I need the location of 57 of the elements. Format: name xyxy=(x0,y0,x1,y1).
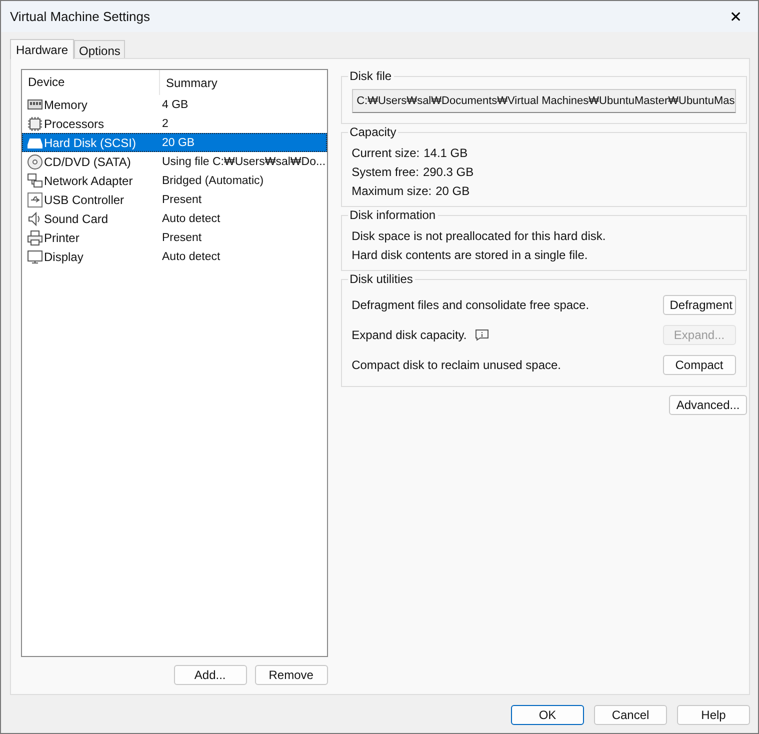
device-summary: 2 xyxy=(161,118,168,130)
capacity-label: System free: xyxy=(352,164,419,178)
device-summary: 4 GB xyxy=(161,98,188,110)
device-name: Sound Card xyxy=(44,212,108,226)
device-row[interactable]: Display Auto detect xyxy=(22,247,327,266)
disk-path-field[interactable]: C:₩Users₩sal₩Documents₩Virtual Machines₩UbuntuMaster₩UbuntuMas xyxy=(352,89,736,113)
device-row[interactable]: Network Adapter Bridged (Automatic) xyxy=(22,171,327,190)
capacity-value: 290.3 GB xyxy=(422,164,474,178)
list-button[interactable]: Remove xyxy=(254,665,328,685)
device-name: Processors xyxy=(44,116,104,130)
utility-button[interactable]: Defragment xyxy=(662,295,736,315)
list-button[interactable]: Add... xyxy=(174,665,247,685)
device-summary: Present xyxy=(161,232,202,244)
utility-text: Expand disk capacity. xyxy=(352,328,467,342)
info-text: Disk space is not preallocated for this hard disk. xyxy=(352,228,606,242)
device-name: CD/DVD (SATA) xyxy=(44,154,131,168)
device-summary: Present xyxy=(161,194,202,206)
tab[interactable]: Options xyxy=(74,40,126,58)
dialog-button[interactable]: Cancel xyxy=(594,705,667,725)
device-row[interactable]: Printer Present xyxy=(22,228,327,247)
capacity-label: Current size: xyxy=(352,146,420,160)
capacity-value: 20 GB xyxy=(436,184,470,198)
group-title: Capacity xyxy=(348,125,398,139)
device-name: Network Adapter xyxy=(44,174,133,188)
group-title: Disk file xyxy=(348,69,394,83)
device-name: Memory xyxy=(44,98,88,112)
device-name: Display xyxy=(44,250,84,264)
device-row[interactable]: Memory 4 GB xyxy=(22,95,327,114)
device-summary: Using file C:₩Users₩sal₩Do... xyxy=(161,156,326,168)
dialog-button[interactable]: OK xyxy=(511,705,584,725)
device-summary: Auto detect xyxy=(161,250,220,262)
device-row[interactable]: Sound Card Auto detect xyxy=(22,209,327,228)
device-name: USB Controller xyxy=(44,192,124,206)
utility-button[interactable]: Compact xyxy=(662,355,736,375)
utility-text: Defragment files and consolidate free space. xyxy=(352,298,590,312)
device-summary: 20 GB xyxy=(161,136,195,148)
device-summary: Bridged (Automatic) xyxy=(161,174,264,186)
capacity-value: 14.1 GB xyxy=(424,146,468,160)
column-header[interactable]: Device xyxy=(22,70,160,95)
device-row[interactable]: CD/DVD (SATA) Using file C:₩Users₩sal₩Do... xyxy=(22,152,327,171)
tab[interactable]: Hardware xyxy=(10,39,74,59)
device-row[interactable]: USB Controller Present xyxy=(22,190,327,209)
device-summary: Auto detect xyxy=(161,212,220,224)
close-button[interactable]: ✕ xyxy=(714,1,758,32)
device-row[interactable]: Hard Disk (SCSI) 20 GB xyxy=(22,133,327,152)
info-text: Hard disk contents are stored in a single file. xyxy=(352,248,588,262)
device-row[interactable]: Processors 2 xyxy=(22,114,327,133)
device-name: Hard Disk (SCSI) xyxy=(44,136,136,150)
advanced-button[interactable]: Advanced... xyxy=(669,395,747,415)
column-header[interactable]: Summary xyxy=(160,76,218,90)
capacity-label: Maximum size: xyxy=(352,184,432,198)
utility-text: Compact disk to reclaim unused space. xyxy=(352,358,562,372)
group-title: Disk utilities xyxy=(348,272,415,286)
device-name: Printer xyxy=(44,230,80,244)
window-title: Virtual Machine Settings xyxy=(10,9,150,24)
dialog-button[interactable]: Help xyxy=(677,705,750,725)
group-title: Disk information xyxy=(348,208,438,222)
